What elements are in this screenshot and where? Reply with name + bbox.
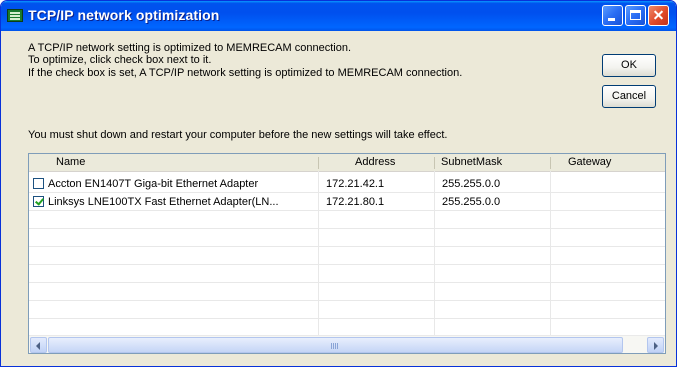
scrollbar-thumb[interactable] [48, 337, 623, 353]
title-bar[interactable]: TCP/IP network optimization [1, 1, 676, 31]
message-line-3: If the check box is set, A TCP/IP networ… [28, 67, 463, 79]
scroll-left-arrow-icon [36, 342, 40, 350]
close-button[interactable] [648, 5, 669, 26]
adapter-address: 172.21.80.1 [326, 196, 385, 208]
horizontal-scrollbar[interactable] [29, 335, 665, 353]
message-line-1: A TCP/IP network setting is optimized to… [28, 42, 352, 54]
window-title: TCP/IP network optimization [28, 7, 220, 23]
column-header-address[interactable]: Address [355, 154, 395, 171]
grid-line [29, 210, 665, 211]
scroll-left-button[interactable] [30, 337, 47, 353]
adapter-subnet: 255.255.0.0 [442, 196, 501, 208]
adapter-name: Linksys LNE100TX Fast Ethernet Adapter(L… [48, 196, 279, 208]
ok-button[interactable]: OK [602, 54, 656, 77]
network-adapter-icon [7, 9, 23, 22]
maximize-button[interactable] [625, 5, 646, 26]
grid-line [29, 264, 665, 265]
column-header-gateway[interactable]: Gateway [568, 154, 611, 171]
column-header-subnetmask[interactable]: SubnetMask [441, 154, 502, 171]
table-row[interactable]: Linksys LNE100TX Fast Ethernet Adapter(L… [29, 193, 665, 211]
grid-line [29, 246, 665, 247]
scroll-right-button[interactable] [647, 337, 664, 353]
restart-notice: You must shut down and restart your comp… [28, 129, 448, 141]
adapter-address: 172.21.42.1 [326, 178, 385, 190]
row-checkbox[interactable] [33, 178, 44, 189]
cancel-button[interactable]: Cancel [602, 85, 656, 108]
column-divider[interactable] [318, 157, 319, 169]
table-row[interactable]: Accton EN1407T Giga-bit Ethernet Adapter… [29, 175, 665, 193]
dialog-window: TCP/IP network optimization A TCP/IP net… [0, 0, 677, 367]
minimize-button[interactable] [602, 5, 623, 26]
column-divider[interactable] [434, 157, 435, 169]
scroll-right-arrow-icon [654, 342, 658, 350]
list-header: Name Address SubnetMask Gateway [29, 154, 665, 172]
maximize-icon [630, 10, 641, 20]
column-header-name[interactable]: Name [56, 154, 85, 171]
scrollbar-grip-icon [331, 343, 339, 349]
adapter-name: Accton EN1407T Giga-bit Ethernet Adapter [48, 178, 259, 190]
minimize-icon [608, 18, 615, 21]
close-icon [649, 6, 668, 25]
grid-line [29, 192, 665, 193]
message-line-2: To optimize, click check box next to it. [28, 54, 212, 66]
grid-line [29, 318, 665, 319]
grid-line [29, 228, 665, 229]
column-divider[interactable] [550, 157, 551, 169]
adapter-list[interactable]: Name Address SubnetMask Gateway Accton E… [28, 153, 666, 354]
grid-line [29, 282, 665, 283]
grid-line [29, 300, 665, 301]
row-checkbox[interactable] [33, 196, 44, 207]
adapter-subnet: 255.255.0.0 [442, 178, 501, 190]
